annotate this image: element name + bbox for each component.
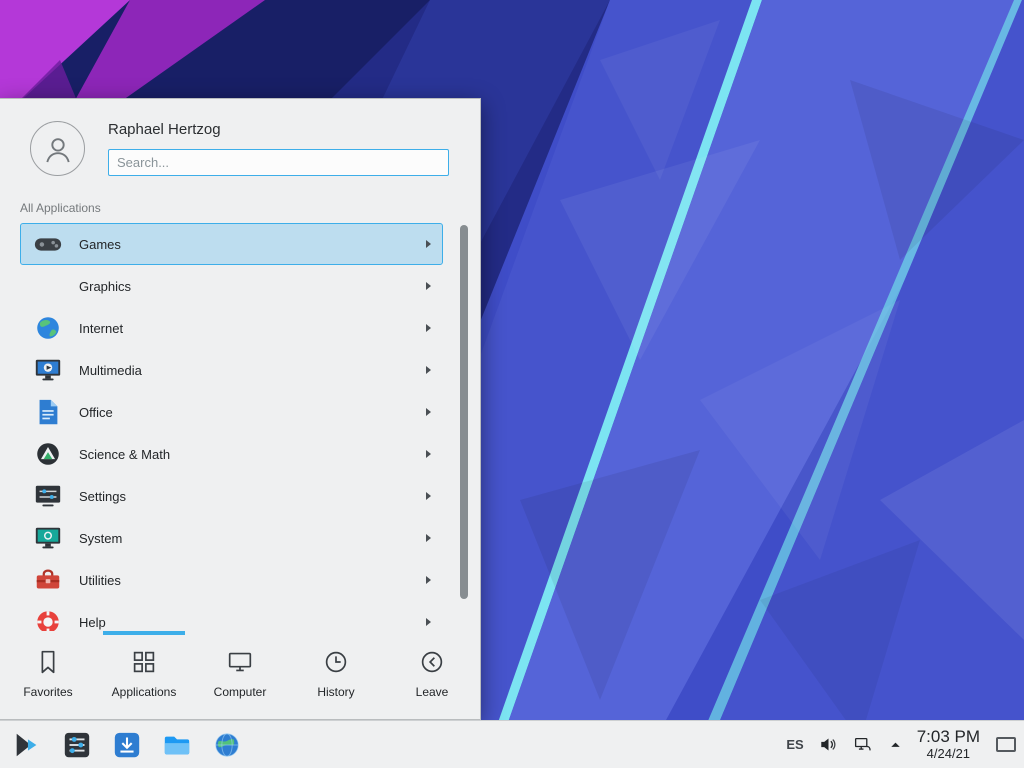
grid-icon <box>129 647 159 677</box>
tab-computer[interactable]: Computer <box>192 631 288 719</box>
tab-leave[interactable]: Leave <box>384 631 480 719</box>
browser-button[interactable] <box>208 726 246 764</box>
avatar[interactable] <box>30 121 85 176</box>
tab-label: Applications <box>112 685 177 699</box>
submenu-arrow-icon <box>426 324 431 332</box>
volume-icon[interactable] <box>818 734 839 755</box>
submenu-arrow-icon <box>426 576 431 584</box>
category-label: Internet <box>79 321 123 336</box>
tab-label: Computer <box>214 685 267 699</box>
submenu-arrow-icon <box>426 282 431 290</box>
dolphin-button[interactable] <box>158 726 196 764</box>
kde-launcher-icon <box>12 730 42 760</box>
tab-favorites[interactable]: Favorites <box>0 631 96 719</box>
tab-label: History <box>317 685 354 699</box>
tab-applications[interactable]: Applications <box>96 631 192 719</box>
category-label: Science & Math <box>79 447 170 462</box>
keyboard-layout-indicator[interactable]: ES <box>786 737 803 752</box>
tab-history[interactable]: History <box>288 631 384 719</box>
taskbar: ES 7:03 PM 4/24/21 <box>0 720 1024 768</box>
category-games[interactable]: Games <box>20 223 443 265</box>
submenu-arrow-icon <box>426 450 431 458</box>
browser-icon <box>212 730 242 760</box>
search-input[interactable] <box>108 149 449 176</box>
clock-time: 7:03 PM <box>917 727 980 747</box>
category-label: Office <box>79 405 113 420</box>
category-office[interactable]: Office <box>20 391 443 433</box>
tab-bar: Favorites Applications Computer History … <box>0 631 480 719</box>
category-help[interactable]: Help <box>20 601 443 633</box>
scrollbar[interactable] <box>460 225 468 629</box>
leave-icon <box>417 647 447 677</box>
science-icon <box>33 439 63 469</box>
discover-icon <box>112 730 142 760</box>
category-science-math[interactable]: Science & Math <box>20 433 443 475</box>
clock-icon <box>321 647 351 677</box>
active-tab-indicator <box>103 631 185 635</box>
settings-app-icon <box>62 730 92 760</box>
taskbar-launchers <box>8 726 246 764</box>
submenu-arrow-icon <box>426 408 431 416</box>
category-label: Utilities <box>79 573 121 588</box>
help-icon <box>33 607 63 633</box>
utilities-icon <box>33 565 63 595</box>
submenu-arrow-icon <box>426 618 431 626</box>
category-list: Games Graphics Internet Multimedia Offic… <box>0 223 480 633</box>
computer-icon <box>225 647 255 677</box>
category-label: Settings <box>79 489 126 504</box>
category-graphics[interactable]: Graphics <box>20 265 443 307</box>
bookmark-icon <box>33 647 63 677</box>
tab-label: Favorites <box>23 685 72 699</box>
scrollbar-thumb[interactable] <box>460 225 468 599</box>
discover-button[interactable] <box>108 726 146 764</box>
submenu-arrow-icon <box>426 366 431 374</box>
category-label: Games <box>79 237 121 252</box>
tab-label: Leave <box>416 685 449 699</box>
system-icon <box>33 523 63 553</box>
show-desktop-button[interactable] <box>996 737 1016 752</box>
submenu-arrow-icon <box>426 534 431 542</box>
category-label: Multimedia <box>79 363 142 378</box>
network-icon[interactable] <box>853 734 874 755</box>
settings-icon <box>33 481 63 511</box>
clock[interactable]: 7:03 PM 4/24/21 <box>917 727 980 761</box>
category-label: Help <box>79 615 106 630</box>
multimedia-icon <box>33 355 63 385</box>
category-label: System <box>79 531 122 546</box>
graphics-icon <box>33 271 63 301</box>
category-utilities[interactable]: Utilities <box>20 559 443 601</box>
system-tray: ES 7:03 PM 4/24/21 <box>786 727 1016 761</box>
internet-icon <box>33 313 63 343</box>
user-icon <box>39 130 77 168</box>
category-settings[interactable]: Settings <box>20 475 443 517</box>
category-internet[interactable]: Internet <box>20 307 443 349</box>
category-multimedia[interactable]: Multimedia <box>20 349 443 391</box>
dolphin-icon <box>162 730 192 760</box>
category-system[interactable]: System <box>20 517 443 559</box>
tray-expander-icon[interactable] <box>888 737 903 752</box>
office-icon <box>33 397 63 427</box>
submenu-arrow-icon <box>426 240 431 248</box>
kde-launcher-button[interactable] <box>8 726 46 764</box>
section-label: All Applications <box>20 201 101 215</box>
category-label: Graphics <box>79 279 131 294</box>
submenu-arrow-icon <box>426 492 431 500</box>
application-launcher: Raphael Hertzog All Applications Games G… <box>0 98 481 720</box>
settings-app-button[interactable] <box>58 726 96 764</box>
clock-date: 4/24/21 <box>927 747 970 762</box>
games-icon <box>33 229 63 259</box>
user-name: Raphael Hertzog <box>108 121 221 138</box>
